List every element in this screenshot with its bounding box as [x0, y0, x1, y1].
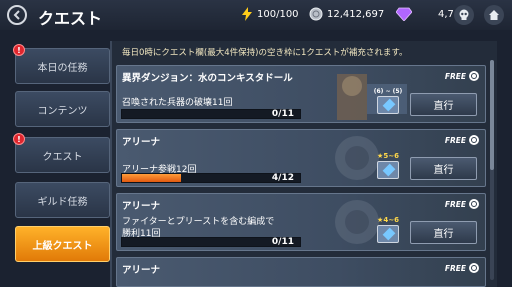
- quest-progress-bar: 0/11: [121, 109, 301, 119]
- reward-icon: [377, 161, 399, 179]
- chevron-left-icon: [13, 10, 20, 20]
- quest-card: 異界ダンジョン：水のコンキスタドール FREE 召喚された兵器の破壊11回 0/…: [116, 65, 486, 123]
- go-button[interactable]: 直行: [410, 157, 477, 180]
- sidebar-item-guild[interactable]: ギルド任務: [15, 182, 110, 218]
- coin-icon: [309, 7, 323, 21]
- lightning-icon: [242, 7, 252, 21]
- reward-icon: [377, 96, 399, 114]
- progress-text: 4/12: [271, 173, 294, 183]
- free-tag: FREE: [445, 135, 479, 145]
- reward-label: 4~6: [383, 216, 399, 224]
- quest-progress-bar: 0/11: [121, 237, 301, 247]
- quest-title: 異界ダンジョン：水のコンキスタドール: [122, 73, 293, 84]
- home-button[interactable]: [484, 5, 504, 25]
- progress-fill: [122, 174, 182, 182]
- progress-text: 0/11: [271, 109, 294, 119]
- refresh-icon: [469, 71, 479, 81]
- progress-text: 0/11: [271, 237, 294, 247]
- quest-card: アリーナ FREE ファイターとプリーストを含む編成で 勝利11回 0/11 ★…: [116, 193, 486, 251]
- free-tag: FREE: [445, 71, 479, 81]
- sidebar-item-advanced-quest[interactable]: 上級クエスト: [15, 226, 110, 262]
- quest-description: ファイターとプリーストを含む編成で: [122, 217, 275, 227]
- top-bar: クエスト 100/100 12,412,697 4,762: [0, 0, 512, 30]
- reward-stars: ★4~6: [377, 216, 399, 224]
- page-title: クエスト: [38, 9, 103, 28]
- gem-icon: [396, 7, 412, 21]
- free-label: FREE: [444, 71, 466, 81]
- quest-title: アリーナ: [122, 137, 161, 148]
- quest-card: アリーナ FREE: [116, 257, 486, 287]
- go-button[interactable]: 直行: [410, 93, 477, 116]
- quest-card: アリーナ FREE アリーナ参戦12回 4/12 ★5~6 直行: [116, 129, 486, 187]
- sidebar-item-label: 本日の任務: [37, 62, 88, 74]
- scrollbar[interactable]: [490, 60, 494, 280]
- scrollbar-thumb[interactable]: [490, 60, 494, 170]
- alert-badge: !: [13, 133, 25, 145]
- quest-progress-bar: 4/12: [121, 173, 301, 183]
- sidebar-item-contents[interactable]: コンテンツ: [15, 91, 110, 127]
- sidebar-item-label: ギルド任務: [37, 196, 88, 208]
- free-label: FREE: [444, 135, 466, 145]
- quest-reward: ★5~6: [375, 152, 401, 180]
- quest-title: アリーナ: [122, 201, 161, 212]
- refresh-icon: [469, 135, 479, 145]
- stamina-value: 100/100: [257, 8, 299, 20]
- quest-title: アリーナ: [122, 265, 161, 276]
- quest-description: 召喚された兵器の破壊11回: [122, 98, 233, 108]
- free-tag: FREE: [445, 199, 479, 209]
- skull-icon: [459, 9, 469, 20]
- gold-counter: 12,412,697: [309, 7, 384, 21]
- skull-button[interactable]: [454, 5, 474, 25]
- sidebar-item-quest[interactable]: ! クエスト: [13, 133, 110, 173]
- refresh-icon: [469, 263, 479, 273]
- reward-icon: [377, 225, 399, 243]
- back-button[interactable]: [7, 5, 27, 25]
- free-label: FREE: [444, 199, 466, 209]
- refresh-icon: [469, 199, 479, 209]
- sidebar-item-label: コンテンツ: [37, 105, 88, 117]
- quest-reward: (6) ~ (5): [373, 88, 403, 116]
- sidebar-item-daily[interactable]: ! 本日の任務: [13, 44, 110, 84]
- quest-reward: ★4~6: [375, 216, 401, 244]
- reward-stars: ★5~6: [377, 152, 399, 160]
- reward-label: 5~6: [383, 152, 399, 160]
- go-button[interactable]: 直行: [410, 221, 477, 244]
- free-tag: FREE: [445, 263, 479, 273]
- stamina-counter: 100/100: [241, 7, 299, 21]
- reward-label: (6) ~ (5): [373, 88, 403, 95]
- gold-value: 12,412,697: [327, 8, 385, 20]
- notice-text: 毎日0時にクエスト欄(最大4件保持)の空き枠に1クエストが補充されます。: [122, 48, 408, 58]
- free-label: FREE: [444, 263, 466, 273]
- alert-badge: !: [13, 44, 25, 56]
- sidebar-item-label: 上級クエスト: [32, 240, 93, 252]
- home-icon: [489, 10, 499, 20]
- sidebar-item-label: クエスト: [42, 151, 83, 163]
